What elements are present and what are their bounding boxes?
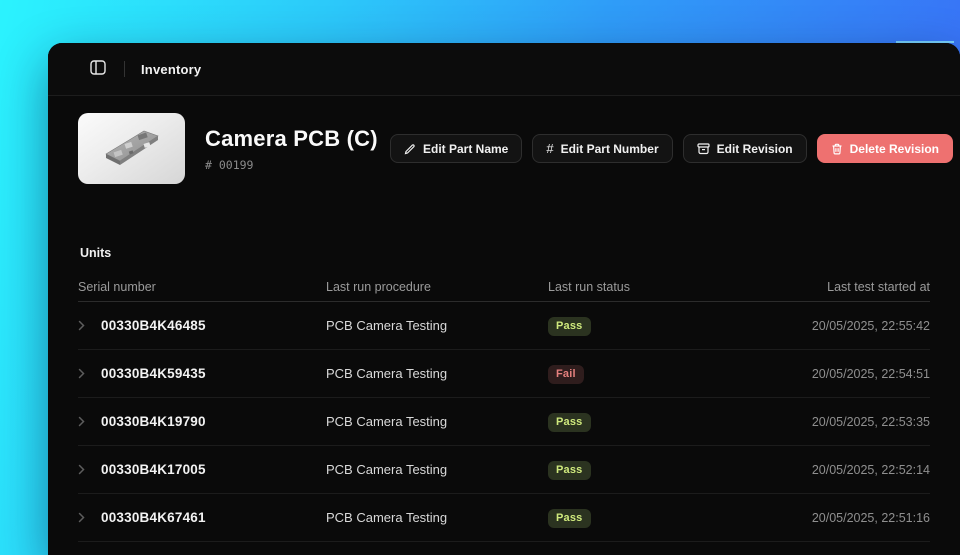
page-title: Inventory	[141, 62, 201, 77]
table-row[interactable]: 00330B4K59435 PCB Camera Testing Fail 20…	[78, 350, 930, 398]
status-badge: Fail	[548, 365, 584, 384]
trash-icon	[831, 143, 843, 155]
status-badge: Pass	[548, 509, 591, 528]
app-window: Inventory Camera PCB (C)	[48, 43, 960, 555]
part-thumbnail	[78, 113, 185, 184]
status-badge: Pass	[548, 461, 591, 480]
status-badge: Pass	[548, 317, 591, 336]
unit-procedure: PCB Camera Testing	[326, 318, 548, 333]
table-row[interactable]: 00330B4K46485 PCB Camera Testing Pass 20…	[78, 302, 930, 350]
unit-serial: 00330B4K59435	[101, 366, 206, 381]
part-number: # 00199	[205, 158, 390, 172]
unit-started-at: 20/05/2025, 22:55:42	[780, 319, 930, 333]
column-header-procedure: Last run procedure	[326, 280, 548, 294]
column-header-status: Last run status	[548, 280, 780, 294]
button-label: Delete Revision	[850, 142, 939, 156]
pcb-render-image	[92, 121, 172, 177]
column-header-started-at: Last test started at	[780, 280, 930, 294]
unit-procedure: PCB Camera Testing	[326, 510, 548, 525]
edit-part-number-button[interactable]: # Edit Part Number	[532, 134, 672, 163]
unit-started-at: 20/05/2025, 22:54:51	[780, 367, 930, 381]
sidebar-panel-icon	[90, 60, 106, 78]
pencil-icon	[404, 143, 416, 155]
part-meta: Camera PCB (C) # 00199	[205, 126, 390, 172]
window-header: Inventory	[48, 43, 960, 96]
unit-serial: 00330B4K46485	[101, 318, 206, 333]
unit-serial: 00330B4K17005	[101, 462, 206, 477]
chevron-right-icon[interactable]	[78, 416, 88, 427]
table-row[interactable]: 00330B4K19790 PCB Camera Testing Pass 20…	[78, 398, 930, 446]
unit-procedure: PCB Camera Testing	[326, 366, 548, 381]
unit-started-at: 20/05/2025, 22:53:35	[780, 415, 930, 429]
button-label: Edit Part Number	[561, 142, 659, 156]
button-label: Edit Revision	[717, 142, 793, 156]
status-badge: Pass	[548, 413, 591, 432]
hash-icon: #	[546, 142, 553, 155]
unit-serial: 00330B4K67461	[101, 510, 206, 525]
archive-icon	[697, 143, 710, 155]
delete-revision-button[interactable]: Delete Revision	[817, 134, 953, 163]
unit-started-at: 20/05/2025, 22:51:16	[780, 511, 930, 525]
table-body: 00330B4K46485 PCB Camera Testing Pass 20…	[78, 302, 930, 542]
button-label: Edit Part Name	[423, 142, 508, 156]
sidebar-toggle-button[interactable]	[84, 55, 112, 83]
chevron-right-icon[interactable]	[78, 368, 88, 379]
units-table: Serial number Last run procedure Last ru…	[78, 273, 930, 542]
table-header-row: Serial number Last run procedure Last ru…	[78, 273, 930, 302]
chevron-right-icon[interactable]	[78, 464, 88, 475]
unit-started-at: 20/05/2025, 22:52:14	[780, 463, 930, 477]
units-section-title: Units	[80, 246, 930, 260]
part-name: Camera PCB (C)	[205, 126, 390, 152]
chevron-right-icon[interactable]	[78, 512, 88, 523]
column-header-serial: Serial number	[78, 280, 326, 294]
unit-procedure: PCB Camera Testing	[326, 462, 548, 477]
part-actions: Edit Part Name # Edit Part Number Edit R…	[390, 134, 953, 163]
chevron-right-icon[interactable]	[78, 320, 88, 331]
header-divider	[124, 61, 125, 77]
units-section: Units Serial number Last run procedure L…	[48, 246, 960, 542]
table-row[interactable]: 00330B4K67461 PCB Camera Testing Pass 20…	[78, 494, 930, 542]
part-summary: Camera PCB (C) # 00199 Edit Part Name # …	[48, 96, 960, 184]
table-row[interactable]: 00330B4K17005 PCB Camera Testing Pass 20…	[78, 446, 930, 494]
edit-revision-button[interactable]: Edit Revision	[683, 134, 807, 163]
unit-procedure: PCB Camera Testing	[326, 414, 548, 429]
unit-serial: 00330B4K19790	[101, 414, 206, 429]
edit-part-name-button[interactable]: Edit Part Name	[390, 134, 522, 163]
